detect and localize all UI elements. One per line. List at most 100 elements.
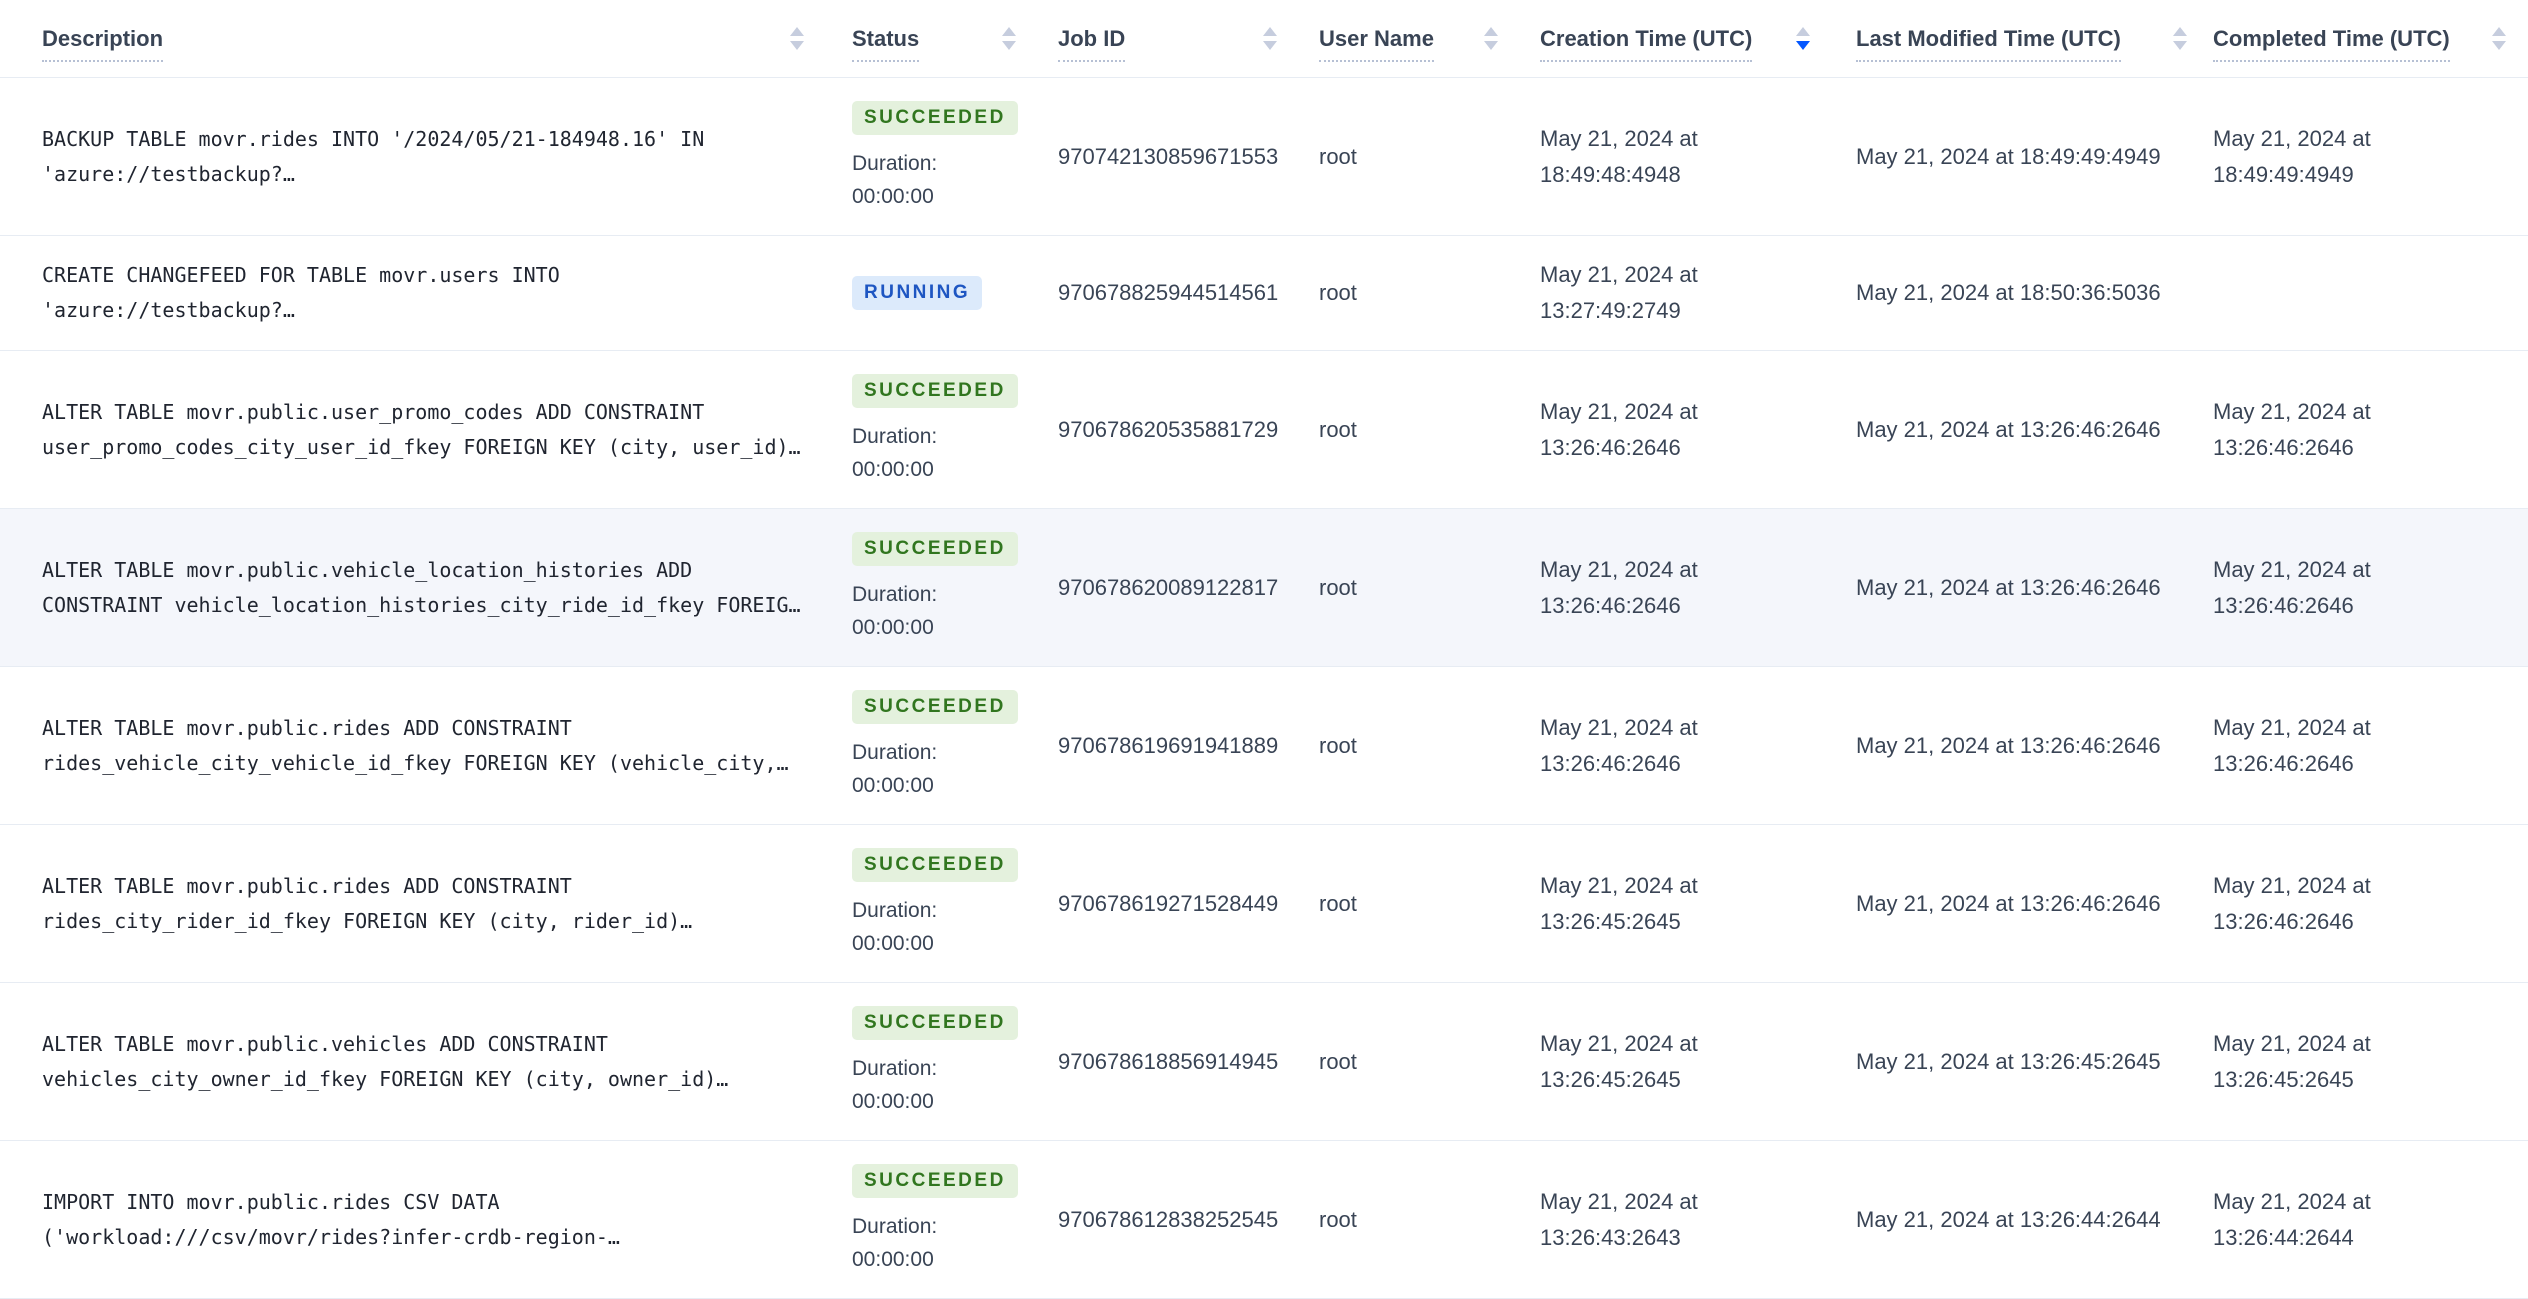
table-row[interactable]: BACKUP TABLE movr.rides INTO '/2024/05/2… — [0, 78, 2528, 236]
completed-time-line-2: 13:26:46:2646 — [2213, 750, 2354, 776]
creation-time-line-1: May 21, 2024 at — [1540, 262, 1698, 287]
completed-time-line-1: May 21, 2024 at — [2213, 125, 2371, 151]
status-badge: SUCCEEDED — [852, 100, 1018, 135]
column-header-label: Status — [852, 26, 920, 62]
status-cell: SUCCEEDED Duration: 00:00:00 — [850, 531, 1050, 644]
column-header-creation-time[interactable]: Creation Time (UTC) — [1532, 0, 1850, 77]
creation-time-line-2: 13:26:46:2646 — [1540, 592, 1681, 618]
column-header-user-name[interactable]: User Name — [1315, 0, 1532, 77]
completed-time-cell: May 21, 2024 at 13:26:44:2644 — [2205, 1184, 2528, 1256]
status-badge: SUCCEEDED — [852, 1163, 1018, 1198]
creation-time-line-1: May 21, 2024 at — [1540, 556, 1698, 582]
sort-icon — [2492, 27, 2506, 50]
table-row[interactable]: ALTER TABLE movr.public.rides ADD CONSTR… — [0, 667, 2528, 825]
job-description-cell[interactable]: CREATE CHANGEFEED FOR TABLE movr.users I… — [0, 258, 850, 328]
user-name-cell: root — [1319, 416, 1357, 442]
status-cell: SUCCEEDED Duration: 00:00:00 — [850, 1163, 1050, 1276]
job-description-cell[interactable]: BACKUP TABLE movr.rides INTO '/2024/05/2… — [0, 122, 850, 192]
job-description-line-1: ALTER TABLE movr.public.rides ADD CONSTR… — [42, 873, 572, 898]
column-header-job-id[interactable]: Job ID — [1050, 0, 1315, 77]
job-description-cell[interactable]: IMPORT INTO movr.public.rides CSV DATA (… — [0, 1185, 850, 1255]
column-header-completed-time[interactable]: Completed Time (UTC) — [2205, 0, 2528, 77]
creation-time-line-1: May 21, 2024 at — [1540, 1188, 1698, 1214]
duration-label: Duration: — [852, 1056, 938, 1080]
user-name-cell: root — [1319, 280, 1357, 305]
completed-time-cell: May 21, 2024 at 18:49:49:4949 — [2205, 121, 2528, 193]
completed-time-line-2: 13:26:44:2644 — [2213, 1224, 2354, 1250]
duration-label: Duration: — [852, 1214, 938, 1238]
sort-asc-icon — [1796, 27, 1810, 36]
sort-icon — [2173, 27, 2187, 50]
table-row[interactable]: CREATE CHANGEFEED FOR TABLE movr.users I… — [0, 236, 2528, 351]
creation-time-line-1: May 21, 2024 at — [1540, 125, 1698, 151]
job-description-line-1: ALTER TABLE movr.public.vehicles ADD CON… — [42, 1031, 608, 1056]
completed-time-cell: May 21, 2024 at 13:26:45:2645 — [2205, 1026, 2528, 1098]
completed-time-line-1: May 21, 2024 at — [2213, 556, 2371, 582]
creation-time-line-1: May 21, 2024 at — [1540, 872, 1698, 898]
last-modified-time-cell: May 21, 2024 at 18:50:36:5036 — [1856, 280, 2161, 305]
sort-desc-icon — [2173, 41, 2187, 50]
status-cell: SUCCEEDED Duration: 00:00:00 — [850, 689, 1050, 802]
column-header-description[interactable]: Description — [0, 0, 850, 77]
status-cell: SUCCEEDED Duration: 00:00:00 — [850, 373, 1050, 486]
job-description-cell[interactable]: ALTER TABLE movr.public.user_promo_codes… — [0, 395, 850, 465]
sort-asc-icon — [1002, 27, 1016, 36]
job-description-cell[interactable]: ALTER TABLE movr.public.vehicles ADD CON… — [0, 1027, 850, 1097]
job-id-cell: 970742130859671553 — [1058, 143, 1279, 169]
last-modified-time-cell: May 21, 2024 at 13:26:45:2645 — [1856, 1048, 2161, 1074]
duration-value: 00:00:00 — [852, 184, 934, 208]
job-description-line-1: IMPORT INTO movr.public.rides CSV DATA — [42, 1189, 500, 1214]
last-modified-time-cell: May 21, 2024 at 13:26:46:2646 — [1856, 890, 2161, 916]
status-badge: SUCCEEDED — [852, 373, 1018, 408]
status-badge: SUCCEEDED — [852, 531, 1018, 566]
column-header-label: Description — [42, 26, 164, 62]
column-header-label: Completed Time (UTC) — [2213, 26, 2450, 62]
table-row[interactable]: ALTER TABLE movr.public.user_promo_codes… — [0, 351, 2528, 509]
completed-time-cell: May 21, 2024 at 13:26:46:2646 — [2205, 868, 2528, 940]
completed-time-line-2: 13:26:45:2645 — [2213, 1066, 2354, 1092]
column-header-label: Last Modified Time (UTC) — [1856, 26, 2121, 62]
user-name-cell: root — [1319, 732, 1357, 758]
completed-time-line-1: May 21, 2024 at — [2213, 872, 2371, 898]
duration-label: Duration: — [852, 151, 938, 175]
sort-icon — [1796, 27, 1810, 50]
job-description-line-2: ('workload:///csv/movr/rides?infer-crdb-… — [42, 1224, 620, 1249]
status-cell: SUCCEEDED Duration: 00:00:00 — [850, 100, 1050, 213]
last-modified-time-cell: May 21, 2024 at 18:49:49:4949 — [1856, 143, 2161, 169]
table-row[interactable]: ALTER TABLE movr.public.vehicle_location… — [0, 509, 2528, 667]
job-id-cell: 970678825944514561 — [1058, 280, 1279, 305]
table-row[interactable]: IMPORT INTO movr.public.rides CSV DATA (… — [0, 1141, 2528, 1299]
sort-asc-icon — [2492, 27, 2506, 36]
jobs-table: Description Status Job ID User Name Crea… — [0, 0, 2528, 1299]
creation-time-cell: May 21, 2024 at 13:26:46:2646 — [1532, 710, 1850, 782]
duration-label: Duration: — [852, 424, 938, 448]
completed-time-line-1: May 21, 2024 at — [2213, 1188, 2371, 1214]
creation-time-line-2: 18:49:48:4948 — [1540, 161, 1681, 187]
table-row[interactable]: ALTER TABLE movr.public.rides ADD CONSTR… — [0, 825, 2528, 983]
status-cell: SUCCEEDED Duration: 00:00:00 — [850, 847, 1050, 960]
job-description-cell[interactable]: ALTER TABLE movr.public.vehicle_location… — [0, 553, 850, 623]
job-description-line-2: rides_city_rider_id_fkey FOREIGN KEY (ci… — [42, 908, 693, 933]
job-description-cell[interactable]: ALTER TABLE movr.public.rides ADD CONSTR… — [0, 711, 850, 781]
completed-time-line-2: 18:49:49:4949 — [2213, 161, 2354, 187]
completed-time-line-1: May 21, 2024 at — [2213, 1030, 2371, 1056]
job-description-line-2: vehicles_city_owner_id_fkey FOREIGN KEY … — [42, 1066, 729, 1091]
column-header-last-modified-time[interactable]: Last Modified Time (UTC) — [1850, 0, 2205, 77]
column-header-status[interactable]: Status — [850, 0, 1050, 77]
sort-desc-icon — [1002, 41, 1016, 50]
sort-asc-icon — [790, 27, 804, 36]
job-description-cell[interactable]: ALTER TABLE movr.public.rides ADD CONSTR… — [0, 869, 850, 939]
completed-time-line-1: May 21, 2024 at — [2213, 398, 2371, 424]
creation-time-line-1: May 21, 2024 at — [1540, 714, 1698, 740]
table-row[interactable]: ALTER TABLE movr.public.vehicles ADD CON… — [0, 983, 2528, 1141]
sort-desc-icon — [790, 41, 804, 50]
creation-time-cell: May 21, 2024 at 13:27:49:2749 — [1532, 257, 1850, 329]
creation-time-line-2: 13:26:46:2646 — [1540, 434, 1681, 460]
creation-time-cell: May 21, 2024 at 13:26:45:2645 — [1532, 868, 1850, 940]
creation-time-cell: May 21, 2024 at 13:26:45:2645 — [1532, 1026, 1850, 1098]
duration-value: 00:00:00 — [852, 1089, 934, 1113]
duration-value: 00:00:00 — [852, 615, 934, 639]
job-description-line-1: ALTER TABLE movr.public.user_promo_codes… — [42, 399, 705, 424]
duration-value: 00:00:00 — [852, 773, 934, 797]
user-name-cell: root — [1319, 574, 1357, 600]
